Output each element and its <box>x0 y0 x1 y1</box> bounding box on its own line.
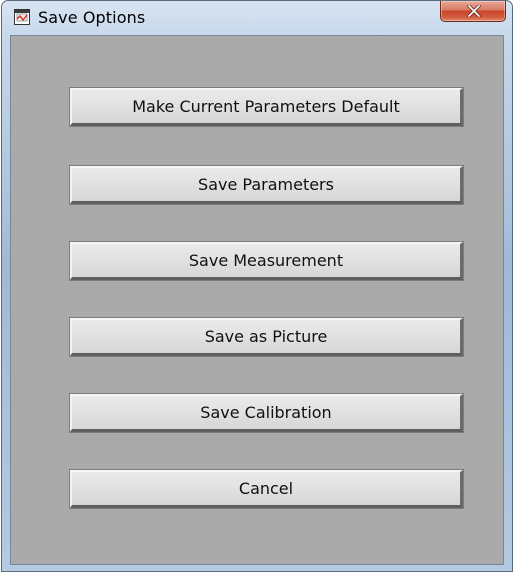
window-title: Save Options <box>38 8 146 27</box>
dialog-panel: Make Current Parameters Default Save Par… <box>10 35 504 565</box>
save-parameters-button[interactable]: Save Parameters <box>69 165 464 205</box>
graph-window-icon <box>14 9 30 25</box>
close-button[interactable] <box>440 1 506 22</box>
make-current-parameters-default-button[interactable]: Make Current Parameters Default <box>69 87 464 127</box>
cancel-button[interactable]: Cancel <box>69 469 464 509</box>
title-bar[interactable]: Save Options <box>2 1 512 35</box>
save-calibration-button[interactable]: Save Calibration <box>69 393 464 433</box>
save-measurement-button[interactable]: Save Measurement <box>69 241 464 281</box>
save-options-window: Save Options Make Current Parameters Def… <box>1 0 513 572</box>
save-as-picture-button[interactable]: Save as Picture <box>69 317 464 357</box>
